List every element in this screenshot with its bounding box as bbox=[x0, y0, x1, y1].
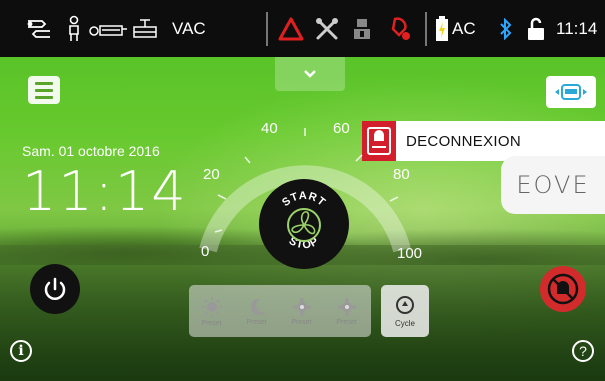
preset-label: Preset bbox=[246, 318, 267, 326]
tools-icon[interactable] bbox=[312, 0, 342, 57]
power-icon bbox=[44, 277, 66, 300]
preset-night-button[interactable]: Preset bbox=[234, 285, 279, 337]
dial-tick-label: 20 bbox=[203, 166, 220, 183]
preset-custom-button[interactable]: Preset bbox=[279, 285, 324, 337]
cycle-label: Cycle bbox=[394, 319, 415, 328]
circuit-icon[interactable] bbox=[88, 0, 128, 57]
warning-triangle-icon[interactable] bbox=[276, 0, 306, 57]
svg-text:STOP: STOP bbox=[287, 235, 322, 252]
sun-icon bbox=[201, 296, 222, 317]
status-separator bbox=[425, 12, 427, 46]
moon-icon bbox=[250, 298, 265, 315]
preset-label: Preset bbox=[336, 318, 357, 326]
dial-tick-label: 60 bbox=[333, 120, 350, 137]
menu-button[interactable] bbox=[28, 76, 60, 104]
info-icon: i bbox=[18, 343, 24, 359]
screen-mirror-button[interactable] bbox=[546, 76, 596, 108]
gear-icon bbox=[337, 297, 356, 316]
stop-label: STOP bbox=[287, 235, 321, 252]
status-separator bbox=[266, 12, 268, 46]
date-label: Sam. 01 octobre 2016 bbox=[22, 143, 160, 159]
dial-tick-label: 100 bbox=[397, 245, 423, 262]
alarm-silence-button[interactable] bbox=[540, 266, 586, 312]
clock-display: 11:14 bbox=[22, 160, 188, 223]
battery-icon bbox=[434, 0, 450, 57]
help-icon: ? bbox=[579, 343, 587, 359]
preset-label: Preset bbox=[201, 319, 222, 327]
unlock-icon[interactable] bbox=[526, 0, 546, 57]
person-valve-icon[interactable] bbox=[64, 0, 84, 57]
fan-icon bbox=[287, 208, 321, 242]
preset-mode-bar: Preset Preset Preset Preset bbox=[189, 285, 371, 337]
ventilation-mode-label: VAC bbox=[172, 18, 206, 38]
info-button[interactable]: i bbox=[10, 340, 32, 362]
start-label: START bbox=[280, 190, 327, 209]
chevron-down-icon bbox=[304, 70, 316, 78]
gear-icon bbox=[292, 297, 311, 316]
bluetooth-icon[interactable] bbox=[496, 0, 516, 57]
dial-tick-label: 0 bbox=[201, 243, 210, 260]
svg-text:START: START bbox=[280, 190, 328, 209]
help-button[interactable]: ? bbox=[572, 340, 594, 362]
status-time: 11:14 bbox=[556, 18, 598, 38]
patient-circuit-icon[interactable] bbox=[24, 0, 54, 57]
preset-label: Preset bbox=[291, 318, 312, 326]
cycle-icon bbox=[396, 296, 414, 314]
pulldown-button[interactable] bbox=[275, 57, 345, 91]
home-screen: VAC AC 11:14 Sam. 01 octobre 2016 11:14 … bbox=[0, 0, 605, 381]
brand-logo-card: EOVE bbox=[501, 156, 605, 214]
dial-tick-label: 40 bbox=[261, 120, 278, 137]
valve-icon[interactable] bbox=[130, 0, 160, 57]
power-source-label: AC bbox=[452, 18, 476, 38]
dial-tick-label: 80 bbox=[393, 166, 410, 183]
disconnect-icon[interactable] bbox=[384, 0, 414, 57]
preset-day-button[interactable]: Preset bbox=[189, 285, 234, 337]
bell-cancel-icon bbox=[547, 273, 579, 305]
start-stop-button[interactable]: START STOP bbox=[259, 179, 349, 269]
status-bar: VAC AC 11:14 bbox=[0, 0, 605, 57]
screen-icon bbox=[555, 84, 587, 100]
maintenance-icon[interactable] bbox=[350, 0, 374, 57]
power-button[interactable] bbox=[30, 264, 80, 314]
menu-icon bbox=[35, 81, 53, 85]
brand-logo: EOVE bbox=[516, 171, 590, 199]
cycle-button[interactable]: Cycle bbox=[381, 285, 429, 337]
preset-custom-button[interactable]: Preset bbox=[324, 285, 369, 337]
